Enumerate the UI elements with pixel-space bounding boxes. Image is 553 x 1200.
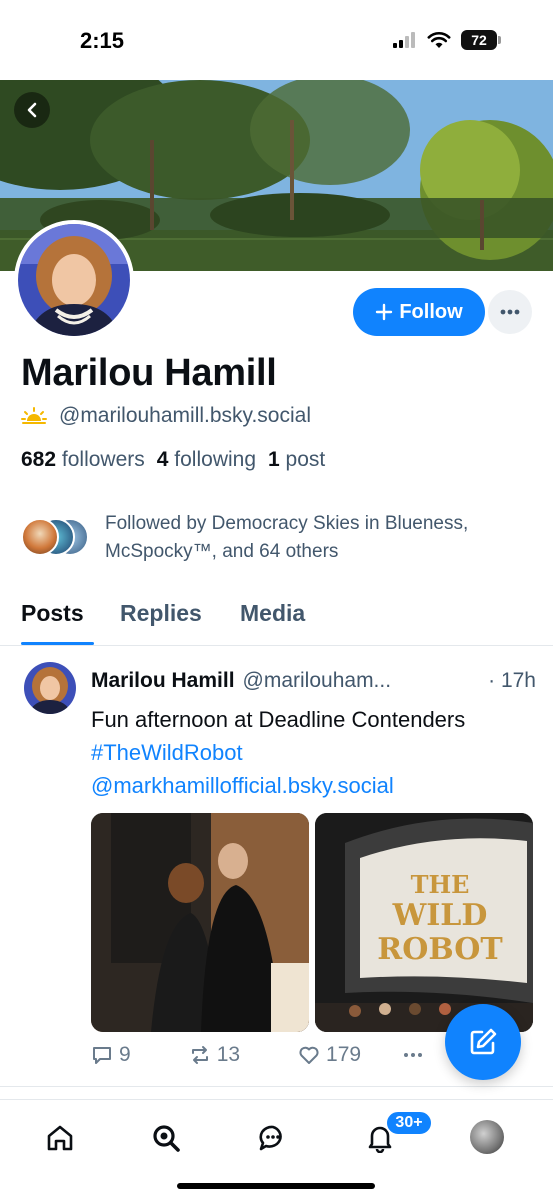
repost-button[interactable]: 13: [189, 1043, 240, 1067]
post-image-1[interactable]: [91, 813, 309, 1032]
post-author-photo: [24, 662, 76, 714]
nav-home[interactable]: [40, 1118, 80, 1158]
tab-media[interactable]: Media: [240, 600, 305, 627]
search-icon: [153, 1125, 180, 1152]
status-icons: 72: [393, 30, 501, 50]
wifi-icon: [427, 31, 451, 48]
post-text-body: Fun afternoon at Deadline Contenders: [91, 707, 466, 732]
cellular-signal-icon: [393, 32, 415, 48]
svg-text:WILD: WILD: [392, 898, 488, 933]
profile-handle: @marilouhamill.bsky.social: [59, 404, 311, 427]
follow-button[interactable]: Follow: [353, 288, 485, 336]
posts-stat: 1 post: [268, 448, 326, 471]
repost-count: 13: [216, 1043, 241, 1066]
compose-button[interactable]: [445, 1004, 521, 1080]
compose-icon: [470, 1028, 497, 1055]
svg-text:ROBOT: ROBOT: [377, 932, 503, 967]
battery-icon: 72: [461, 30, 501, 50]
heart-icon: [299, 1046, 319, 1064]
profile-handle-row: @marilouhamill.bsky.social: [21, 404, 311, 428]
nav-search[interactable]: [146, 1118, 186, 1158]
post-author-handle[interactable]: @marilouham...: [243, 669, 392, 693]
known-followers-avatars: [21, 518, 91, 558]
post-image-gallery: THE WILD ROBOT: [91, 813, 533, 1032]
profile-tabs: Posts Replies Media: [0, 590, 553, 646]
post-image-2[interactable]: THE WILD ROBOT: [315, 813, 533, 1032]
profile-avatar[interactable]: [14, 220, 134, 340]
home-indicator: [177, 1183, 375, 1189]
status-bar: 2:15 72: [0, 0, 553, 80]
known-followers[interactable]: Followed by Democracy Skies in Blueness,…: [21, 510, 525, 566]
profile-stats: 682 followers 4 following 1 post: [21, 448, 325, 472]
back-button[interactable]: [14, 92, 50, 128]
repost-icon: [191, 1046, 208, 1064]
notification-badge: 30+: [385, 1110, 433, 1136]
tab-posts[interactable]: Posts: [21, 600, 84, 627]
ellipsis-icon: [404, 1053, 423, 1057]
followers-stat[interactable]: 682 followers: [21, 448, 145, 472]
like-button[interactable]: 179: [298, 1043, 361, 1067]
post-more-button[interactable]: [403, 1052, 423, 1058]
home-icon: [47, 1125, 73, 1151]
like-count: 179: [326, 1043, 362, 1066]
post-hashtag[interactable]: #TheWildRobot: [91, 740, 243, 765]
sunrise-icon: [21, 407, 47, 424]
reply-count: 9: [119, 1043, 131, 1066]
nav-profile-avatar[interactable]: [470, 1120, 504, 1154]
profile-photo: [18, 224, 130, 336]
post-text: Fun afternoon at Deadline Contenders #Th…: [91, 703, 531, 802]
more-options-button[interactable]: [488, 290, 532, 334]
svg-text:THE: THE: [411, 870, 470, 899]
active-tab-indicator: [21, 642, 94, 645]
post-author-avatar[interactable]: [24, 662, 76, 714]
battery-level: 72: [461, 30, 497, 50]
reply-button[interactable]: 9: [91, 1043, 131, 1067]
post-mention[interactable]: @markhamillofficial.bsky.social: [91, 773, 394, 798]
chat-icon: [259, 1125, 282, 1151]
follower-avatar: [21, 518, 59, 556]
tab-replies[interactable]: Replies: [120, 600, 202, 627]
following-stat[interactable]: 4 following: [157, 448, 256, 472]
known-followers-text: Followed by Democracy Skies in Blueness,…: [105, 513, 469, 562]
reply-icon: [93, 1047, 111, 1064]
plus-icon: [376, 303, 393, 321]
photo-movie-screen: THE WILD ROBOT: [315, 813, 533, 1032]
post-actions: 9 13 179: [91, 1043, 491, 1067]
follow-button-label: Follow: [399, 300, 463, 323]
photo-two-people: [91, 813, 309, 1032]
profile-display-name: Marilou Hamill: [21, 352, 277, 394]
status-time: 2:15: [80, 28, 125, 53]
post-author-name[interactable]: Marilou Hamill: [91, 669, 235, 693]
ellipsis-icon: [500, 309, 520, 315]
post-header: Marilou Hamill @marilouham... · 17h: [91, 669, 536, 693]
chevron-left-icon: [27, 102, 37, 118]
post-timestamp: · 17h: [488, 669, 536, 692]
nav-chat[interactable]: [253, 1118, 293, 1158]
